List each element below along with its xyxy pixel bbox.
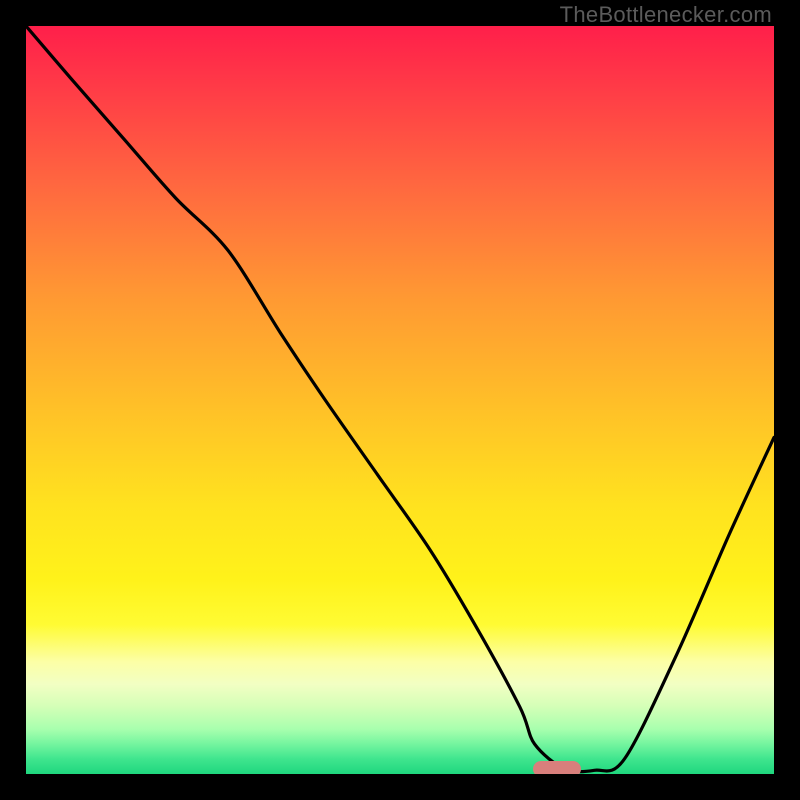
optimum-marker [533,761,581,774]
watermark-text: TheBottlenecker.com [560,2,772,28]
curve-path [26,26,774,772]
plot-area [26,26,774,774]
bottleneck-curve [26,26,774,774]
chart-frame: TheBottlenecker.com [0,0,800,800]
